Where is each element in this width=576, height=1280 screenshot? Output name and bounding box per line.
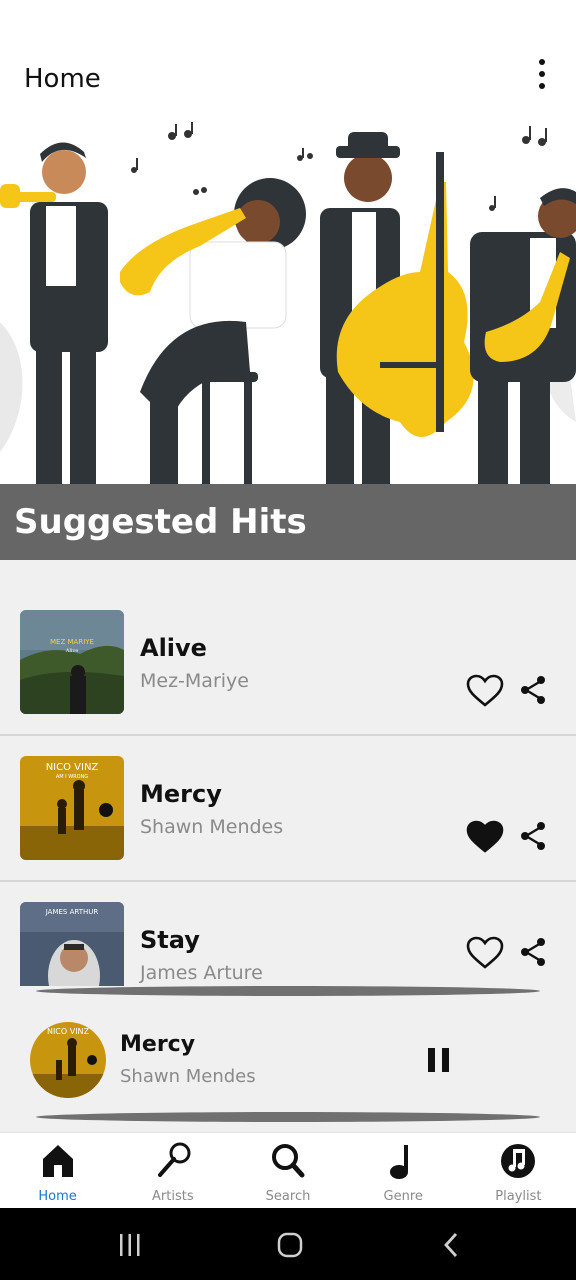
nav-item-genre[interactable]: Genre: [346, 1133, 461, 1208]
album-cover: NICO VINZ AM I WRONG: [20, 756, 124, 860]
nav-label: Genre: [383, 1189, 423, 1204]
app-bar: Home: [0, 0, 576, 122]
hero-illustration: [0, 122, 576, 484]
nav-item-search[interactable]: Search: [230, 1133, 345, 1208]
nav-item-playlist[interactable]: Playlist: [461, 1133, 576, 1208]
share-icon[interactable]: [520, 821, 548, 851]
section-title: Suggested Hits: [14, 502, 307, 542]
song-title: Alive: [140, 634, 207, 662]
cover-text: MEZ MARIYE: [50, 638, 94, 646]
system-navigation-bar: [0, 1208, 576, 1280]
bottom-navigation: Home Artists Search Genre Playlist: [0, 1132, 576, 1208]
nav-item-artists[interactable]: Artists: [115, 1133, 230, 1208]
cover-text: JAMES ARTHUR: [45, 908, 99, 916]
cover-text: NICO VINZ: [46, 762, 99, 773]
mini-player[interactable]: NICO VINZ Mercy Shawn Mendes: [0, 986, 576, 1132]
playlist-icon: [501, 1144, 536, 1178]
share-icon[interactable]: [520, 675, 548, 705]
heart-outline-icon[interactable]: [466, 674, 504, 708]
recent-apps-icon[interactable]: [114, 1230, 146, 1260]
song-artist: Mez-Mariye: [140, 670, 249, 692]
mini-player-bottom-edge: [36, 1112, 540, 1122]
nav-label: Artists: [152, 1189, 194, 1204]
now-playing-title: Mercy: [120, 1032, 196, 1057]
pause-icon[interactable]: [426, 1046, 452, 1074]
album-cover: JAMES ARTHUR: [20, 902, 124, 986]
song-title: Stay: [140, 926, 200, 954]
nav-label: Search: [265, 1189, 311, 1204]
page-title: Home: [24, 64, 101, 94]
song-row[interactable]: NICO VINZ AM I WRONG Mercy Shawn Mendes: [0, 736, 576, 882]
now-playing-artist: Shawn Mendes: [120, 1066, 256, 1087]
song-title: Mercy: [140, 780, 222, 808]
search-icon: [272, 1144, 305, 1178]
cover-subtext: Alive: [65, 648, 79, 654]
heart-outline-icon[interactable]: [466, 936, 504, 970]
section-header: Suggested Hits: [0, 484, 576, 560]
song-artist: Shawn Mendes: [140, 816, 284, 838]
cover-subtext: AM I WRONG: [56, 774, 88, 780]
now-playing-cover: NICO VINZ: [30, 1022, 106, 1098]
cover-text: NICO VINZ: [47, 1027, 90, 1036]
music-note-icon: [390, 1145, 409, 1179]
nav-item-home[interactable]: Home: [0, 1133, 115, 1208]
song-row[interactable]: JAMES ARTHUR Stay James Arture: [0, 882, 576, 986]
mini-player-top-edge: [36, 986, 540, 996]
nav-label: Playlist: [495, 1189, 542, 1204]
song-row[interactable]: MEZ MARIYE Alive Alive Mez-Mariye: [0, 590, 576, 736]
share-icon[interactable]: [520, 937, 548, 967]
album-cover: MEZ MARIYE Alive: [20, 610, 124, 714]
back-icon[interactable]: [436, 1230, 468, 1260]
nav-label: Home: [38, 1189, 77, 1204]
home-button-icon[interactable]: [274, 1230, 306, 1260]
song-artist: James Arture: [140, 962, 263, 984]
heart-filled-icon[interactable]: [466, 820, 504, 854]
more-options-icon[interactable]: [530, 56, 554, 92]
home-icon: [42, 1145, 73, 1177]
song-list[interactable]: MEZ MARIYE Alive Alive Mez-Mariye NICO V…: [0, 560, 576, 986]
microphone-icon: [157, 1142, 191, 1177]
